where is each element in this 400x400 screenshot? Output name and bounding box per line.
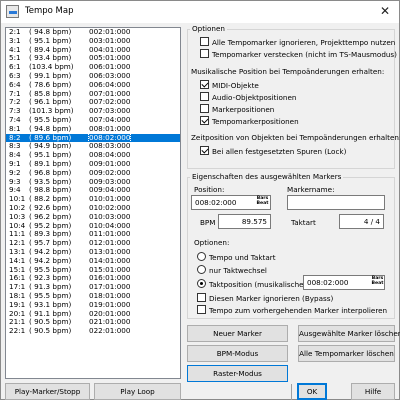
bars-beat-toggle-2[interactable]: Bars Beat (371, 276, 384, 287)
bpm-mode-button[interactable]: BPM-Modus (187, 345, 288, 362)
button-separator (291, 384, 292, 400)
musical-position-heading: Musikalische Position bei Tempoänderunge… (191, 67, 385, 76)
bar-position-value: 008:02:000 (307, 278, 349, 287)
ignore-all-checkbox[interactable] (200, 37, 209, 46)
play-loop-button[interactable]: Play Loop (94, 383, 181, 400)
ignore-marker-checkbox[interactable] (197, 293, 206, 302)
options-title: Optionen (190, 24, 227, 33)
locked-tracks-label: Bei allen festgesetzten Spuren (Lock) (212, 147, 347, 156)
title-bar: Tempo Map ✕ (1, 1, 399, 23)
tempo-time-cell: 022:01:000 (89, 326, 131, 336)
marker-positions-label: Markerpositionen (212, 105, 275, 114)
tempo-marker-list[interactable]: 2:1( 94.8 bpm) 002:01:000 3:1( 95.1 bpm) 00… (5, 27, 181, 379)
tempo-bar-cell: 22:1 (9, 326, 26, 336)
time-position-heading: Zeitposition von Objekten bei Tempoänder… (191, 133, 400, 142)
bpm-field[interactable]: 89.575 (218, 214, 271, 229)
meter-only-label: nur Taktwechsel (209, 266, 267, 275)
midi-checkbox[interactable] (200, 80, 209, 89)
marker-positions-checkbox[interactable] (200, 104, 209, 113)
meter-only-radio[interactable] (197, 265, 206, 274)
marker-properties-title: Eigenschaften des ausgewählten Markers (190, 172, 344, 181)
locked-tracks-checkbox[interactable] (200, 146, 209, 155)
marker-options-label: Optionen: (194, 238, 230, 247)
marker-name-field[interactable] (287, 195, 385, 210)
ignore-marker-label: Diesen Marker ignorieren (Bypass) (209, 294, 334, 303)
tempo-meter-radio[interactable] (197, 252, 206, 261)
meter-label: Taktart (291, 218, 316, 227)
midi-label: MIDI-Objekte (212, 81, 259, 90)
close-button[interactable]: ✕ (371, 1, 399, 22)
interpolate-checkbox[interactable] (197, 305, 206, 314)
bpm-label: BPM (200, 218, 216, 227)
app-icon (6, 5, 19, 18)
meter-field[interactable]: 4 / 4 (339, 214, 384, 229)
tempo-positions-checkbox[interactable] (200, 116, 209, 125)
delete-all-button[interactable]: Alle Tempomarker löschen (298, 345, 395, 362)
tempo-map-window: Tempo Map ✕ 2:1( 94.8 bpm) 002:01:000 3:1(… (0, 0, 400, 400)
audio-label: Audio-Objektpositionen (212, 93, 297, 102)
help-button[interactable]: Hilfe (351, 383, 395, 400)
audio-checkbox[interactable] (200, 92, 209, 101)
tempo-bpm-cell: ( 90.5 bpm) (29, 326, 72, 336)
new-marker-button[interactable]: Neuer Marker (187, 325, 288, 342)
tempo-list-row[interactable]: 22:1( 90.5 bpm) 022:01:000 (6, 326, 180, 336)
marker-name-label: Markername: (287, 185, 335, 194)
play-stop-button[interactable]: Play-Marker/Stopp (5, 383, 90, 400)
ok-button[interactable]: OK (297, 383, 327, 400)
bars-beat-toggle[interactable]: Bars Beat (256, 196, 269, 207)
grid-mode-button[interactable]: Raster-Modus (187, 365, 288, 382)
bar-position-radio[interactable] (197, 279, 206, 288)
window-title: Tempo Map (25, 6, 74, 16)
interpolate-label: Tempo zum vorhergehenden Marker interpol… (209, 306, 388, 315)
hide-markers-checkbox[interactable] (200, 49, 209, 58)
position-label: Position: (194, 185, 225, 194)
delete-selected-button[interactable]: Ausgewählte Marker löschen (298, 325, 400, 342)
tempo-positions-label: Tempomarkerpositionen (212, 117, 299, 126)
hide-markers-label: Tempomarker verstecken (nicht im TS-Maus… (212, 50, 397, 59)
position-value: 008:02:000 (195, 198, 237, 207)
ignore-all-label: Alle Tempomarker ignorieren, Projekttemp… (212, 38, 396, 47)
tempo-meter-label: Tempo und Taktart (209, 253, 276, 262)
